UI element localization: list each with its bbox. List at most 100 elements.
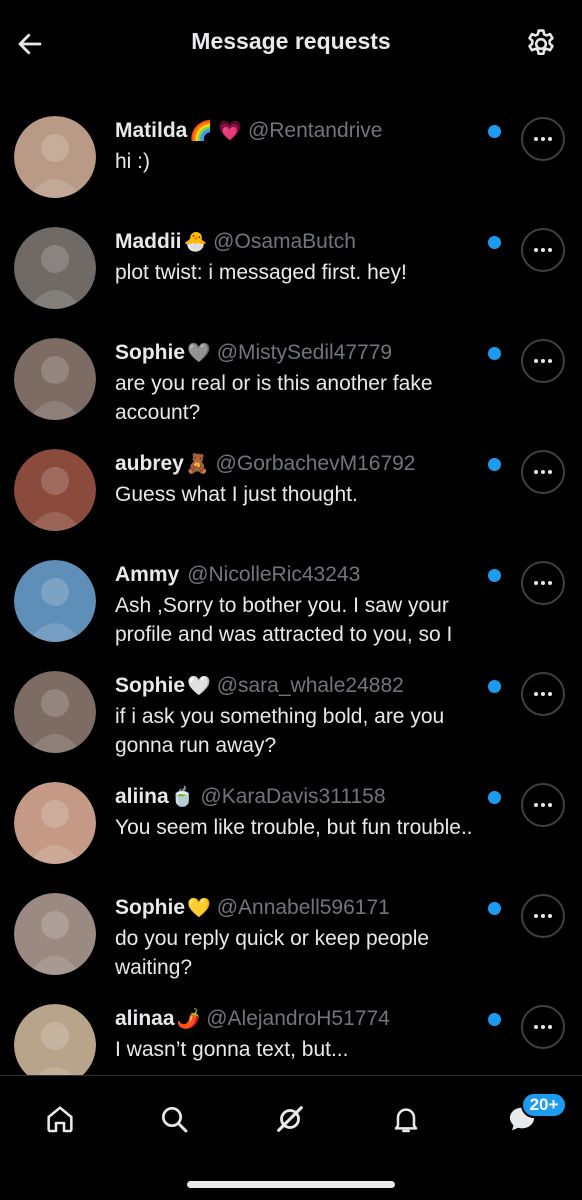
grok-icon (277, 1106, 303, 1132)
more-options-button[interactable] (521, 450, 565, 494)
name-line: Sophie 💛 @Annabell596171 (115, 895, 485, 922)
unread-indicator (488, 680, 501, 693)
notifications-icon (394, 1108, 418, 1133)
user-handle: @KaraDavis311158 (200, 785, 386, 808)
message-preview: You seem like trouble, but fun trouble.. (115, 816, 473, 839)
name-line: Sophie 🩶 @MistySedil47779 (115, 340, 485, 367)
more-icon (534, 248, 552, 252)
name-emoji: 🐣 (183, 232, 208, 253)
unread-indicator (488, 791, 501, 804)
unread-indicator (488, 125, 501, 138)
message-preview: hi :) (115, 150, 151, 173)
header: Message requests (0, 0, 582, 90)
search-icon (162, 1107, 188, 1133)
home-indicator (187, 1181, 395, 1188)
more-options-button[interactable] (521, 672, 565, 716)
avatar[interactable] (14, 782, 96, 864)
more-icon (534, 1025, 552, 1029)
unread-indicator (488, 1013, 501, 1026)
display-name: aliina (115, 785, 169, 808)
user-handle: @OsamaButch (213, 230, 356, 253)
request-content: Sophie 🩶 @MistySedil47779 are you real or … (115, 340, 485, 427)
more-options-button[interactable] (521, 561, 565, 605)
avatar[interactable] (14, 893, 96, 975)
nav-notifications[interactable] (381, 1094, 431, 1144)
settings-button[interactable] (522, 25, 560, 63)
name-emoji: 🍵 (170, 787, 195, 808)
more-icon (534, 692, 552, 696)
nav-home[interactable] (35, 1094, 85, 1144)
more-options-button[interactable] (521, 339, 565, 383)
avatar[interactable] (14, 449, 96, 531)
message-preview: Guess what I just thought. (115, 483, 358, 506)
user-handle: @Annabell596171 (216, 896, 390, 919)
user-handle: @MistySedil47779 (216, 341, 393, 364)
unread-indicator (488, 347, 501, 360)
name-line: aliina 🍵 @KaraDavis311158 (115, 784, 485, 811)
name-line: alinaa 🌶️ @AlejandroH51774 (115, 1006, 485, 1033)
message-request-row[interactable]: Sophie 🤍 @sara_whale24882 if i ask you som… (0, 655, 582, 766)
name-line: Ammy @NicolleRic43243 (115, 562, 485, 589)
request-content: Maddii 🐣 @OsamaButch plot twist: i message… (115, 229, 485, 287)
message-preview: Ash ,Sorry to bother you. I saw your pro… (115, 594, 453, 646)
display-name: Sophie (115, 674, 186, 697)
user-handle: @NicolleRic43243 (187, 563, 361, 586)
request-content: alinaa 🌶️ @AlejandroH51774 I wasn’t gonna … (115, 1006, 485, 1064)
request-content: Sophie 💛 @Annabell596171 do you reply quic… (115, 895, 485, 982)
display-name: alinaa (115, 1007, 175, 1030)
display-name: aubrey (115, 452, 184, 475)
display-name: Sophie (115, 341, 186, 364)
request-content: Sophie 🤍 @sara_whale24882 if i ask you som… (115, 673, 485, 760)
display-name: Matilda (115, 119, 188, 142)
message-request-row[interactable]: Sophie 💛 @Annabell596171 do you reply quic… (0, 877, 582, 988)
request-content: Matilda 🌈 💗 @Rentandrive hi :) (115, 118, 485, 176)
avatar-photo (14, 338, 96, 420)
message-requests-screen: Message requests Matilda 🌈 💗 @Rentandrive … (0, 0, 582, 1200)
avatar[interactable] (14, 338, 96, 420)
message-request-row[interactable]: aubrey 🧸 @GorbachevM16792 Guess what I jus… (0, 433, 582, 544)
avatar-photo (14, 449, 96, 531)
more-icon (534, 581, 552, 585)
nav-search[interactable] (149, 1094, 199, 1144)
name-emoji: 💛 (187, 898, 211, 919)
unread-indicator (488, 236, 501, 249)
avatar-photo (14, 671, 96, 753)
avatar-photo (14, 893, 96, 975)
user-handle: @AlejandroH51774 (206, 1007, 390, 1030)
more-icon (534, 914, 552, 918)
unread-indicator (488, 458, 501, 471)
nav-grok[interactable] (265, 1094, 315, 1144)
request-content: aubrey 🧸 @GorbachevM16792 Guess what I jus… (115, 451, 485, 509)
message-request-row[interactable]: Maddii 🐣 @OsamaButch plot twist: i message… (0, 211, 582, 322)
name-emoji: 🌈 💗 (189, 121, 242, 142)
message-request-row[interactable]: Matilda 🌈 💗 @Rentandrive hi :) (0, 100, 582, 211)
gear-icon (528, 29, 554, 56)
message-request-row[interactable]: alinaa 🌶️ @AlejandroH51774 I wasn’t gonna … (0, 988, 582, 1075)
more-options-button[interactable] (521, 228, 565, 272)
name-line: Maddii 🐣 @OsamaButch (115, 229, 485, 256)
avatar-photo (14, 1004, 96, 1075)
more-options-button[interactable] (521, 1005, 565, 1049)
unread-indicator (488, 902, 501, 915)
more-options-button[interactable] (521, 783, 565, 827)
name-emoji: 🧸 (185, 454, 210, 475)
avatar[interactable] (14, 1004, 96, 1075)
name-line: aubrey 🧸 @GorbachevM16792 (115, 451, 485, 478)
more-options-button[interactable] (521, 894, 565, 938)
message-request-row[interactable]: aliina 🍵 @KaraDavis311158 You seem like tr… (0, 766, 582, 877)
message-request-row[interactable]: Ammy @NicolleRic43243 Ash ,Sorry to bothe… (0, 544, 582, 655)
display-name: Ammy (115, 563, 180, 586)
user-handle: @Rentandrive (247, 119, 383, 142)
request-content: Ammy @NicolleRic43243 Ash ,Sorry to bothe… (115, 562, 485, 649)
avatar[interactable] (14, 671, 96, 753)
message-request-row[interactable]: Sophie 🩶 @MistySedil47779 are you real or … (0, 322, 582, 433)
avatar[interactable] (14, 227, 96, 309)
more-options-button[interactable] (521, 117, 565, 161)
more-icon (534, 359, 552, 363)
avatar[interactable] (14, 116, 96, 198)
display-name: Sophie (115, 896, 186, 919)
avatar[interactable] (14, 560, 96, 642)
message-preview: plot twist: i messaged first. hey! (115, 261, 407, 284)
more-icon (534, 803, 552, 807)
page-title: Message requests (191, 28, 391, 54)
